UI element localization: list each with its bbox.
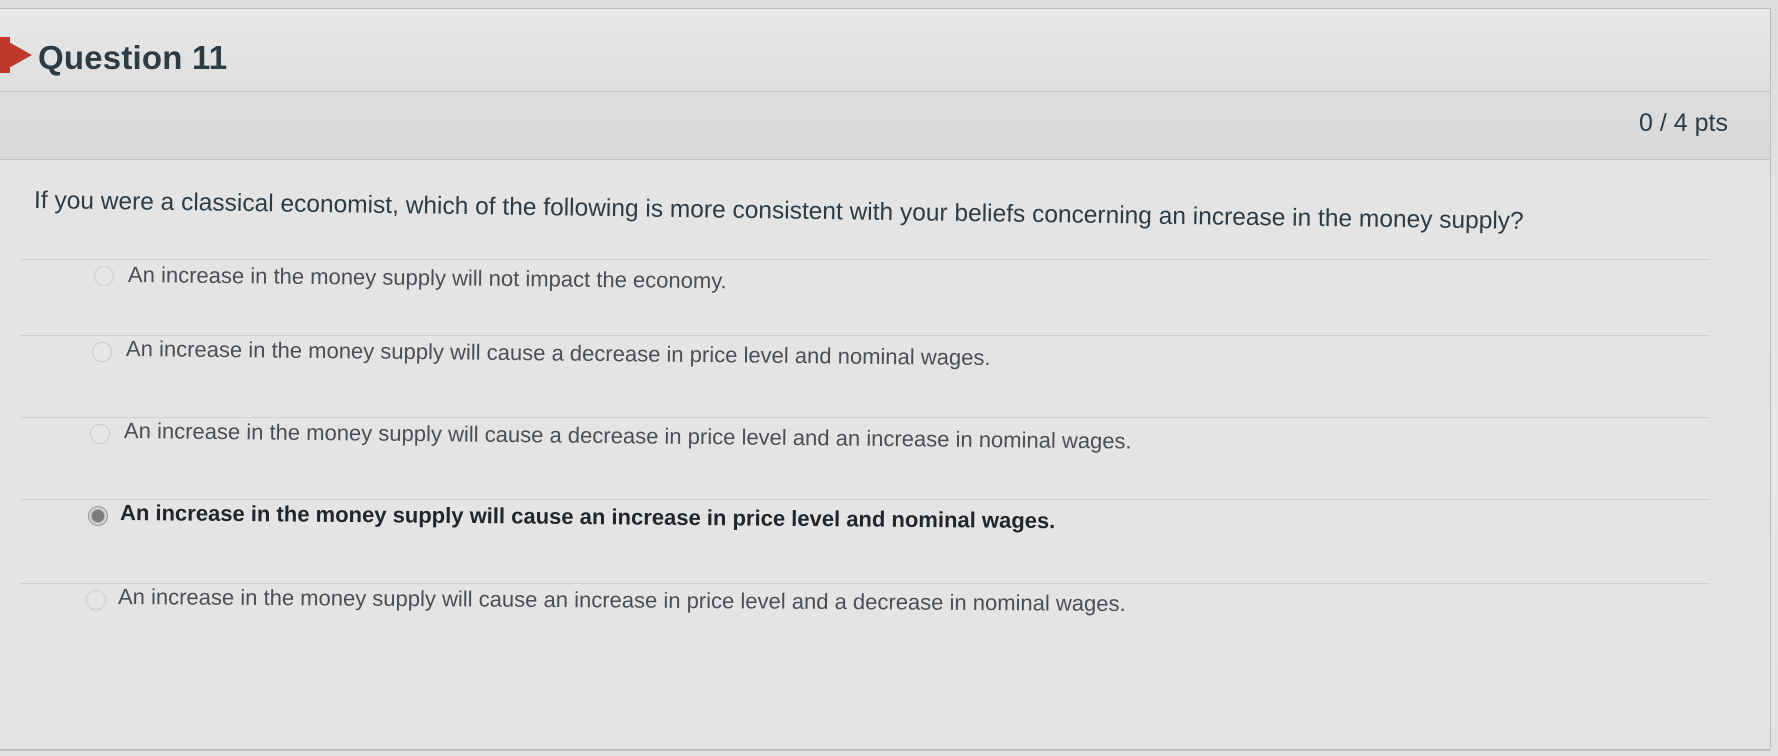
points-label: 0 / 4 pts [1639,109,1728,137]
answer-option-1[interactable]: An increase in the money supply will not… [20,259,1710,346]
question-header: Question 11 0 / 4 pts [0,9,1770,160]
answer-label: An increase in the money supply will not… [127,262,727,294]
card-bottom-border [0,749,1770,751]
question-text: If you were a classical economist, which… [33,187,1524,235]
answer-label: An increase in the money supply will cau… [125,336,991,371]
header-divider [0,91,1770,92]
question-title: Question 11 [38,39,228,76]
answer-option-3[interactable]: An increase in the money supply will cau… [20,417,1710,504]
radio-button[interactable] [90,424,110,444]
answer-option-4[interactable]: An increase in the money supply will cau… [20,499,1710,586]
answer-option-2[interactable]: An increase in the money supply will cau… [20,335,1710,422]
answer-label: An increase in the money supply will cau… [123,418,1132,454]
answer-label: An increase in the money supply will cau… [119,500,1056,534]
question-card: Question 11 0 / 4 pts If you were a clas… [0,8,1771,751]
radio-button[interactable] [86,590,106,610]
flag-icon-tip [0,37,32,73]
radio-button[interactable] [94,266,114,286]
screen: Question 11 0 / 4 pts If you were a clas… [0,0,1778,756]
radio-button-selected[interactable] [88,506,108,526]
radio-button[interactable] [92,342,112,362]
answer-label: An increase in the money supply will cau… [117,584,1126,617]
answer-option-5[interactable]: An increase in the money supply will cau… [20,583,1710,670]
